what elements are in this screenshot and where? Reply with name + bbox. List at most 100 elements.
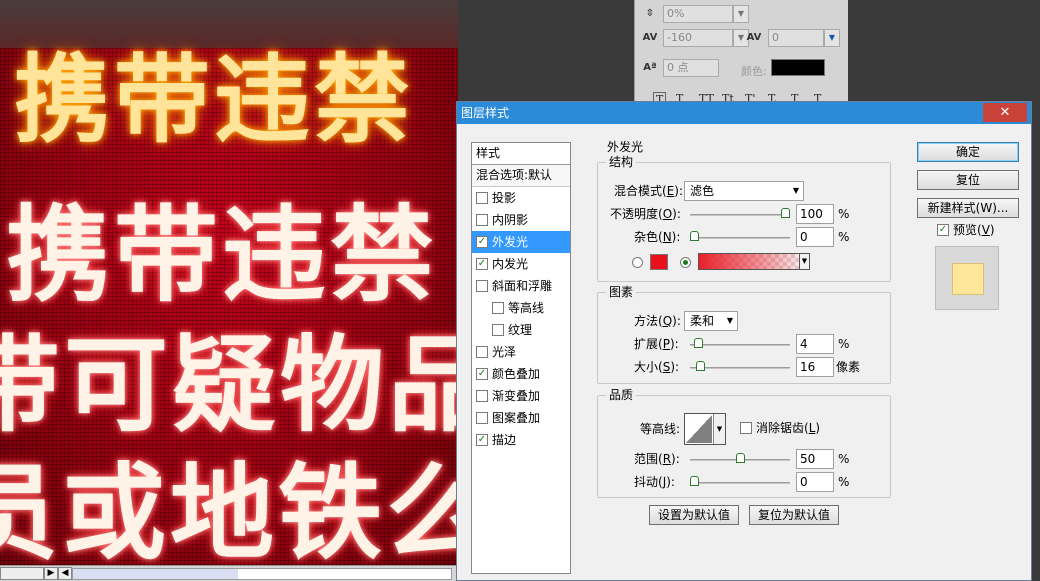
style-item-checkbox[interactable] (492, 302, 504, 314)
size-slider-knob[interactable] (696, 361, 705, 371)
preview-checkbox[interactable]: ✓ (937, 224, 949, 236)
range-slider[interactable] (690, 453, 790, 463)
style-item-9[interactable]: 渐变叠加 (472, 385, 570, 407)
style-item-checkbox[interactable] (476, 390, 488, 402)
technique-label: 方法(Q): (634, 314, 681, 328)
new-style-button[interactable]: 新建样式(W)... (917, 198, 1019, 218)
spread-slider[interactable] (690, 338, 790, 348)
style-item-11[interactable]: ✓ 描边 (472, 429, 570, 451)
spread-slider-knob[interactable] (694, 338, 703, 348)
dialog-title-bar[interactable]: 图层样式 ✕ (457, 102, 1031, 124)
style-item-label: 描边 (492, 433, 517, 447)
style-item-3[interactable]: ✓ 内发光 (472, 253, 570, 275)
jitter-slider[interactable] (690, 476, 790, 486)
status-menu-arrow-icon[interactable]: ▶ (44, 567, 58, 580)
reset-button[interactable]: 复位 (917, 170, 1019, 190)
quality-title: 品质 (606, 388, 637, 402)
style-item-checkbox[interactable] (476, 192, 488, 204)
noise-input[interactable]: 0 (796, 227, 834, 247)
style-item-checkbox[interactable]: ✓ (476, 236, 488, 248)
blending-options-item[interactable]: 混合选项:默认 (472, 165, 570, 187)
gradient-radio[interactable] (680, 257, 691, 268)
anti-aliased-checkbox[interactable] (740, 422, 752, 434)
close-button[interactable]: ✕ (983, 103, 1027, 122)
dialog-title: 图层样式 (461, 106, 510, 120)
style-item-2[interactable]: ✓ 外发光 (472, 231, 570, 253)
gradient-dropdown-icon[interactable]: ▼ (799, 253, 810, 270)
preview-label: 预览(V) (953, 223, 995, 237)
glow-gradient-picker[interactable]: ▼ (698, 253, 810, 270)
jitter-unit: % (838, 475, 850, 489)
style-item-checkbox[interactable]: ✓ (476, 258, 488, 270)
spread-unit: % (838, 337, 850, 351)
opacity-slider-knob[interactable] (781, 208, 790, 218)
text-color-swatch[interactable] (771, 59, 825, 76)
style-item-label: 等高线 (508, 301, 545, 315)
led-text-line-4: 员或地铁么 (0, 452, 458, 565)
blend-mode-select[interactable]: 滤色 ▼ (684, 181, 804, 201)
style-item-label: 内发光 (492, 257, 529, 271)
spread-input[interactable]: 4 (796, 334, 834, 354)
kerning-field[interactable]: 0 (768, 29, 824, 47)
noise-label: 杂色(N): (634, 230, 681, 244)
opacity-slider[interactable] (690, 208, 790, 218)
style-item-label: 图案叠加 (492, 411, 541, 425)
style-item-checkbox[interactable]: ✓ (476, 368, 488, 380)
baseline-shift-field[interactable]: 0 点 (663, 59, 719, 77)
range-label: 范围(R): (634, 452, 680, 466)
elements-title: 图素 (606, 285, 637, 299)
style-item-4[interactable]: 斜面和浮雕 (472, 275, 570, 297)
layer-style-dialog: 图层样式 ✕ 样式 混合选项:默认 投影 内阴影 ✓ 外发光 ✓ 内发光 斜面和浮雕 等高线纹… (456, 101, 1032, 581)
elements-group: 图素 方法(Q): 柔和 ▼ 扩展(P): 4 % 大小(S): 16 像素 (597, 285, 891, 384)
scale-dropdown-icon[interactable]: ▼ (733, 5, 749, 23)
glow-color-swatch[interactable] (650, 254, 668, 270)
size-input[interactable]: 16 (796, 357, 834, 377)
style-item-checkbox[interactable] (476, 346, 488, 358)
jitter-input[interactable]: 0 (796, 472, 834, 492)
section-title: 外发光 (607, 140, 644, 154)
led-text-line-1: 携带违禁 (14, 44, 414, 156)
styles-list: 样式 混合选项:默认 投影 内阴影 ✓ 外发光 ✓ 内发光 斜面和浮雕 等高线 纹理 光泽 ✓ 颜色叠… (471, 142, 571, 574)
structure-title: 结构 (606, 155, 637, 169)
tracking-field[interactable]: -160 (663, 29, 733, 47)
jitter-slider-knob[interactable] (690, 476, 699, 486)
blend-mode-label: 混合模式(E): (614, 184, 684, 198)
style-item-1[interactable]: 内阴影 (472, 209, 570, 231)
led-text-line-2: 携带违禁 (6, 194, 439, 316)
ok-button[interactable]: 确定 (917, 142, 1019, 162)
opacity-input[interactable]: 100 (796, 204, 834, 224)
scale-field[interactable]: 0% (663, 5, 733, 23)
style-item-6[interactable]: 纹理 (472, 319, 570, 341)
style-item-checkbox[interactable]: ✓ (476, 434, 488, 446)
make-default-button[interactable]: 设置为默认值 (649, 505, 739, 525)
range-input[interactable]: 50 (796, 449, 834, 469)
structure-group: 结构 混合模式(E): 滤色 ▼ 不透明度(O): 100 % 杂色(N): 0 … (597, 155, 891, 282)
solid-color-radio[interactable] (632, 257, 643, 268)
noise-slider[interactable] (690, 231, 790, 241)
horizontal-scrollbar[interactable] (72, 568, 452, 580)
style-item-10[interactable]: 图案叠加 (472, 407, 570, 429)
contour-picker[interactable]: ▼ (684, 413, 726, 445)
size-slider[interactable] (690, 361, 790, 371)
kerning-dropdown-icon[interactable]: ▼ (824, 29, 840, 47)
size-label: 大小(S): (634, 360, 680, 374)
style-item-checkbox[interactable] (476, 412, 488, 424)
noise-slider-knob[interactable] (690, 231, 699, 241)
technique-select[interactable]: 柔和 ▼ (684, 311, 738, 331)
style-item-checkbox[interactable] (492, 324, 504, 336)
styles-header[interactable]: 样式 (472, 143, 570, 165)
document-canvas[interactable]: 携带违禁 携带违禁 带可疑物品 员或地铁么 (0, 0, 458, 565)
range-slider-knob[interactable] (736, 453, 745, 463)
style-item-checkbox[interactable] (476, 214, 488, 226)
scrollbar-thumb[interactable] (73, 569, 238, 579)
opacity-label: 不透明度(O): (610, 207, 681, 221)
style-item-5[interactable]: 等高线 (472, 297, 570, 319)
style-item-checkbox[interactable] (476, 280, 488, 292)
contour-dropdown-icon[interactable]: ▼ (713, 414, 725, 444)
scroll-left-arrow-icon[interactable]: ◀ (58, 567, 72, 580)
style-item-7[interactable]: 光泽 (472, 341, 570, 363)
style-item-8[interactable]: ✓ 颜色叠加 (472, 363, 570, 385)
style-item-0[interactable]: 投影 (472, 187, 570, 209)
reset-to-default-button[interactable]: 复位为默认值 (749, 505, 839, 525)
quality-group: 品质 等高线: ▼ 消除锯齿(L) 范围(R): 50 % 抖动(J): 0 % (597, 388, 891, 498)
